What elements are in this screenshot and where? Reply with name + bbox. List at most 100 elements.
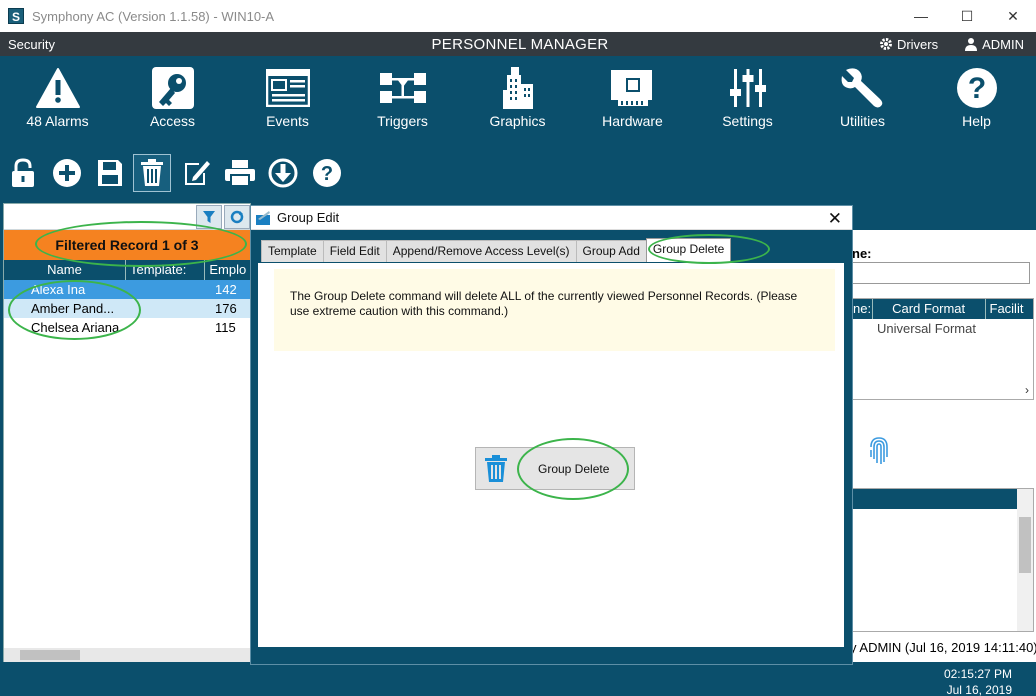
close-icon[interactable]: ✕ (828, 209, 842, 229)
lock-icon (12, 158, 34, 187)
close-window-button[interactable]: ✕ (990, 0, 1036, 32)
filtered-record-label: Filtered Record 1 of 3 (4, 230, 250, 260)
tab-field-edit[interactable]: Field Edit (322, 240, 387, 262)
events-icon (265, 69, 310, 107)
list-item[interactable]: Alexa Ina 142 (4, 280, 250, 299)
header-bar: Security PERSONNEL MANAGER Drivers ADMIN (0, 32, 1036, 56)
alarm-triangle-icon (35, 68, 80, 108)
download-icon (268, 158, 298, 188)
clock-time: 02:15:27 PM (943, 667, 1012, 681)
group-edit-dialog: Group Edit ✕ Template Field Edit Append/… (250, 205, 853, 665)
personnel-detail-panel: ne: ne: Card Format Facilit Universal Fo… (846, 230, 1036, 662)
status-bar: 02:15:27 PM Jul 16, 2019 (0, 662, 1036, 696)
download-button[interactable] (264, 154, 302, 192)
nav-settings[interactable]: Settings (690, 56, 805, 142)
toolbar: ? (0, 150, 380, 198)
grid-col-facility[interactable]: Facilit (986, 299, 1034, 319)
user-icon (965, 38, 978, 51)
nav-label: Help (962, 113, 991, 129)
col-name[interactable]: Name (4, 260, 126, 280)
col-employee[interactable]: Emplo (205, 260, 250, 280)
main-nav: 48 Alarms Access Events Triggers Graphic… (0, 56, 1036, 142)
nav-label: Graphics (489, 113, 546, 129)
triggers-icon (379, 73, 426, 103)
maximize-button[interactable]: ☐ (944, 0, 990, 32)
row-number: 115 (215, 320, 236, 335)
save-button[interactable] (91, 154, 129, 192)
dialog-body: The Group Delete command will delete ALL… (258, 263, 844, 647)
chevron-right-icon[interactable]: › (1025, 383, 1029, 397)
nav-help[interactable]: ? Help (919, 56, 1034, 142)
nav-label: 48 Alarms (26, 113, 89, 129)
access-key-icon (151, 67, 194, 109)
row-name: Amber Pand... (31, 301, 115, 316)
app-icon: S (8, 8, 24, 24)
filter-icon (203, 210, 215, 223)
row-name: Chelsea Ariana (31, 320, 120, 335)
list-item[interactable]: Amber Pand... 176 (4, 299, 250, 318)
refresh-icon (230, 210, 244, 223)
dialog-title-bar: Group Edit ✕ (251, 206, 852, 230)
modified-by-status: y ADMIN (Jul 16, 2019 14:11:40) (850, 640, 1036, 655)
grid-col-card-format[interactable]: Card Format (873, 299, 986, 319)
drivers-menu[interactable]: Drivers (879, 37, 938, 52)
name-label: ne: (852, 246, 872, 261)
refresh-button[interactable] (224, 204, 250, 229)
nav-label: Events (266, 113, 309, 129)
name-field[interactable] (850, 262, 1030, 284)
row-number: 142 (215, 282, 237, 297)
nav-triggers[interactable]: Triggers (345, 56, 460, 142)
vertical-scrollbar[interactable] (1017, 489, 1033, 631)
fingerprint-icon[interactable] (868, 435, 890, 470)
col-template[interactable]: Template: (126, 260, 206, 280)
edit-icon (185, 161, 210, 185)
filter-button[interactable] (196, 204, 222, 229)
trash-icon (485, 454, 507, 482)
nav-label: Access (149, 113, 196, 129)
nav-access[interactable]: Access (115, 56, 230, 142)
nav-graphics[interactable]: Graphics (460, 56, 575, 142)
clock-date: Jul 16, 2019 (946, 683, 1012, 696)
trash-icon (141, 159, 163, 186)
tab-group-add[interactable]: Group Add (575, 240, 647, 262)
nav-label: Triggers (377, 113, 428, 129)
toolbar-help-button[interactable]: ? (308, 154, 346, 192)
nav-events[interactable]: Events (230, 56, 345, 142)
dialog-tabs: Template Field Edit Append/Remove Access… (261, 238, 732, 262)
tab-group-delete[interactable]: Group Delete (645, 238, 732, 262)
dialog-icon (256, 210, 270, 225)
lock-button[interactable] (4, 154, 42, 192)
row-name: Alexa Ina (31, 282, 86, 297)
user-label: ADMIN (982, 36, 1024, 52)
row-number: 176 (215, 301, 237, 316)
add-icon (53, 159, 81, 187)
add-button[interactable] (48, 154, 86, 192)
list-item[interactable]: Chelsea Ariana 115 (4, 318, 250, 337)
print-icon (225, 160, 255, 187)
help-icon: ? (313, 159, 341, 187)
hardware-board-icon (610, 70, 652, 106)
nav-label: Hardware (602, 113, 663, 129)
list-header: Name Template: Emplo (4, 260, 250, 280)
nav-label: Utilities (839, 113, 886, 129)
group-delete-button[interactable]: Group Delete (475, 447, 635, 490)
dialog-title: Group Edit (277, 210, 340, 225)
nav-alarms[interactable]: 48 Alarms (0, 56, 115, 142)
window-title-bar: S Symphony AC (Version 1.1.58) - WIN10-A… (0, 0, 1036, 32)
svg-text:?: ? (967, 72, 985, 105)
group-delete-label: Group Delete (538, 461, 610, 476)
print-button[interactable] (221, 154, 259, 192)
edit-button[interactable] (178, 154, 216, 192)
tab-append-remove-access[interactable]: Append/Remove Access Level(s) (385, 240, 577, 262)
tab-template[interactable]: Template (261, 240, 324, 262)
grid-cell: Universal Format (877, 321, 976, 336)
nav-utilities[interactable]: Utilities (805, 56, 920, 142)
minimize-button[interactable]: — (898, 0, 944, 32)
user-menu[interactable]: ADMIN (964, 37, 1024, 52)
nav-hardware[interactable]: Hardware (575, 56, 690, 142)
horizontal-scrollbar[interactable] (4, 648, 250, 662)
save-icon (98, 160, 122, 186)
delete-button[interactable] (133, 154, 171, 192)
help-icon: ? (956, 68, 997, 108)
gear-icon (879, 38, 892, 50)
